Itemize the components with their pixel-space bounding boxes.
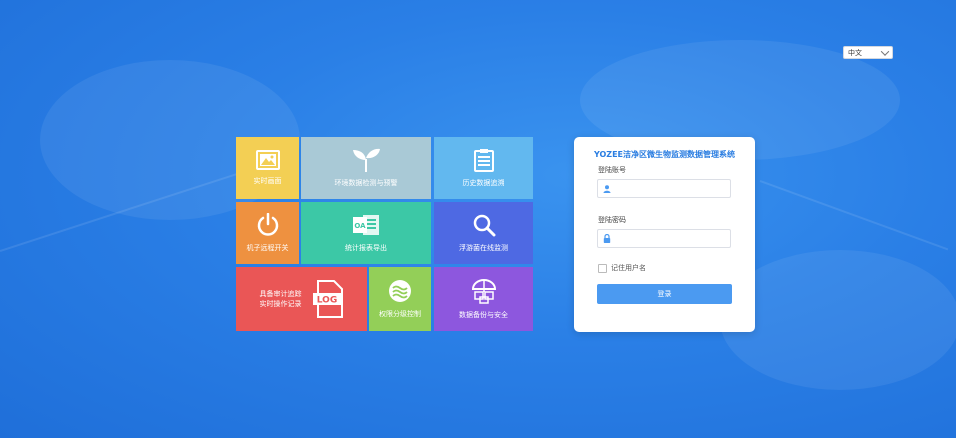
tile-history-trace[interactable]: 历史数据追溯 [434,137,533,199]
tile-data-backup[interactable]: 数据备份与安全 [434,267,533,331]
account-label: 登陆账号 [598,166,626,174]
chevron-down-icon [880,46,890,56]
tile-label: 历史数据追溯 [462,179,505,187]
password-input[interactable] [615,231,725,246]
tile-label: 数据备份与安全 [459,311,508,319]
tile-label: 机子远程开关 [246,244,289,252]
tile-permission-control[interactable]: 权限分级控制 [369,267,431,331]
tile-label: 环境数据检测与预警 [334,179,398,187]
tile-label: 实时画面 [253,177,282,185]
tile-environment-monitoring[interactable]: 环境数据检测与预警 [301,137,431,199]
background-blob [720,250,956,390]
clipboard-icon [473,149,494,172]
tile-remote-power[interactable]: 机子远程开关 [236,202,299,264]
language-select-value: 中文 [848,48,862,57]
login-button[interactable]: 登录 [597,284,732,304]
tile-label-line: 实时操作记录 [259,300,302,308]
remember-checkbox[interactable] [598,263,607,273]
background-line [759,180,949,251]
magnifier-icon [473,214,495,237]
tile-label-line: 具备审计追踪 [259,290,302,298]
account-input[interactable] [615,181,725,196]
account-field[interactable] [597,179,731,198]
tile-audit-text: 具备审计追踪 实时操作记录 [260,289,302,309]
tile-audit-trail[interactable]: 具备审计追踪 实时操作记录 LOG [236,267,367,331]
office-oa-icon: OA [353,215,379,235]
password-label: 登陆密码 [598,216,626,224]
tile-airborne-monitoring[interactable]: 浮游菌在线监测 [434,202,533,264]
feature-tile-grid: 实时画面 环境数据检测与预警 历史数据追溯 机子远程开关 OA 统计报表导出 浮… [236,137,533,331]
user-icon [603,184,611,193]
remember-label: 记住用户名 [611,264,646,272]
language-select[interactable]: 中文 [843,46,893,59]
svg-text:LOG: LOG [316,296,336,306]
umbrella-boxes-icon [471,279,496,304]
tile-label: 统计报表导出 [345,244,387,252]
remember-username[interactable]: 记住用户名 [598,263,646,273]
picture-icon [255,150,280,170]
login-title: YOZEE洁净区微生物监测数据管理系统 [593,150,736,159]
tile-report-export[interactable]: OA 统计报表导出 [301,202,431,264]
sprout-icon [353,148,380,172]
login-panel: YOZEE洁净区微生物监测数据管理系统 登陆账号 登陆密码 记住用户名 登录 [574,137,755,332]
log-icon: LOG [312,280,343,318]
svg-text:OA: OA [354,222,366,230]
power-icon [257,213,278,236]
lock-icon [603,234,611,243]
tile-label: 权限分级控制 [379,310,421,318]
tile-live-view[interactable]: 实时画面 [236,137,299,199]
tile-label: 浮游菌在线监测 [459,244,508,252]
wave-circle-icon [389,280,411,302]
password-field[interactable] [597,229,731,248]
